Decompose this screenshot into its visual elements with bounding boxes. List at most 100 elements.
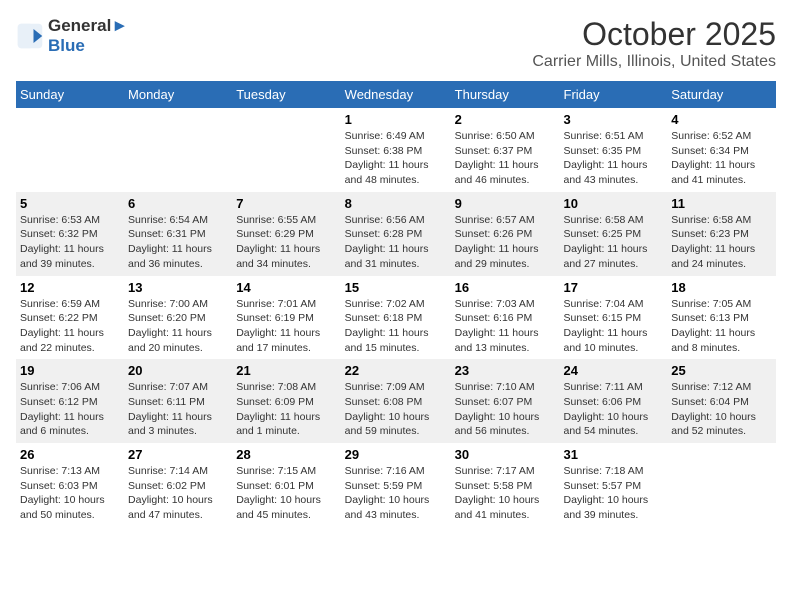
page-header: General► Blue October 2025 Carrier Mills… bbox=[16, 16, 776, 71]
day-info: Sunrise: 6:58 AM Sunset: 6:23 PM Dayligh… bbox=[671, 213, 772, 272]
calendar-table: SundayMondayTuesdayWednesdayThursdayFrid… bbox=[16, 81, 776, 527]
day-info: Sunrise: 7:02 AM Sunset: 6:18 PM Dayligh… bbox=[345, 297, 447, 356]
week-row-1: 1Sunrise: 6:49 AM Sunset: 6:38 PM Daylig… bbox=[16, 108, 776, 192]
day-number: 25 bbox=[671, 363, 772, 378]
day-info: Sunrise: 7:08 AM Sunset: 6:09 PM Dayligh… bbox=[236, 380, 336, 439]
day-number: 6 bbox=[128, 196, 228, 211]
day-info: Sunrise: 6:50 AM Sunset: 6:37 PM Dayligh… bbox=[455, 129, 556, 188]
week-row-3: 12 Sunrise: 6:59 AM Sunset: 6:22 PM Dayli… bbox=[16, 276, 776, 360]
weekday-header-tuesday: Tuesday bbox=[232, 81, 340, 108]
day-number: 23 bbox=[455, 363, 556, 378]
day-info: Sunrise: 7:04 AM Sunset: 6:15 PM Dayligh… bbox=[564, 297, 664, 356]
day-info: Sunrise: 6:49 AM Sunset: 6:38 PM Dayligh… bbox=[345, 129, 447, 188]
weekday-header-sunday: Sunday bbox=[16, 81, 124, 108]
day-info: Sunrise: 7:01 AM Sunset: 6:19 PM Dayligh… bbox=[236, 297, 336, 356]
day-info: Sunrise: 6:51 AM Sunset: 6:35 PM Dayligh… bbox=[564, 129, 664, 188]
day-info: Sunrise: 7:11 AM Sunset: 6:06 PM Dayligh… bbox=[564, 380, 664, 439]
day-info: Sunrise: 7:05 AM Sunset: 6:13 PM Dayligh… bbox=[671, 297, 772, 356]
calendar-cell: 10 Sunrise: 6:58 AM Sunset: 6:25 PM Dayli… bbox=[560, 192, 668, 276]
day-number: 21 bbox=[236, 363, 336, 378]
day-number: 3 bbox=[564, 112, 664, 127]
day-number: 10 bbox=[564, 196, 664, 211]
week-row-5: 26Sunrise: 7:13 AM Sunset: 6:03 PM Dayli… bbox=[16, 443, 776, 527]
day-info: Sunrise: 6:58 AM Sunset: 6:25 PM Dayligh… bbox=[564, 213, 664, 272]
day-number: 9 bbox=[455, 196, 556, 211]
calendar-cell: 13 Sunrise: 7:00 AM Sunset: 6:20 PM Dayli… bbox=[124, 276, 232, 360]
calendar-cell: 2Sunrise: 6:50 AM Sunset: 6:37 PM Daylig… bbox=[451, 108, 560, 192]
calendar-cell: 3 Sunrise: 6:51 AM Sunset: 6:35 PM Daylig… bbox=[560, 108, 668, 192]
calendar-cell: 29Sunrise: 7:16 AM Sunset: 5:59 PM Dayli… bbox=[341, 443, 451, 527]
location-title: Carrier Mills, Illinois, United States bbox=[532, 53, 776, 71]
month-title: October 2025 bbox=[532, 16, 776, 53]
calendar-cell: 4 Sunrise: 6:52 AM Sunset: 6:34 PM Daylig… bbox=[667, 108, 776, 192]
logo-text: General► Blue bbox=[48, 16, 128, 56]
calendar-cell: 19 Sunrise: 7:06 AM Sunset: 6:12 PM Dayli… bbox=[16, 359, 124, 443]
day-info: Sunrise: 6:56 AM Sunset: 6:28 PM Dayligh… bbox=[345, 213, 447, 272]
day-number: 31 bbox=[564, 447, 664, 462]
weekday-header-wednesday: Wednesday bbox=[341, 81, 451, 108]
weekday-header-monday: Monday bbox=[124, 81, 232, 108]
day-number: 11 bbox=[671, 196, 772, 211]
day-info: Sunrise: 7:18 AM Sunset: 5:57 PM Dayligh… bbox=[564, 464, 664, 523]
calendar-cell bbox=[232, 108, 340, 192]
weekday-header-row: SundayMondayTuesdayWednesdayThursdayFrid… bbox=[16, 81, 776, 108]
calendar-cell: 27Sunrise: 7:14 AM Sunset: 6:02 PM Dayli… bbox=[124, 443, 232, 527]
day-info: Sunrise: 6:52 AM Sunset: 6:34 PM Dayligh… bbox=[671, 129, 772, 188]
calendar-cell: 11 Sunrise: 6:58 AM Sunset: 6:23 PM Dayli… bbox=[667, 192, 776, 276]
day-number: 18 bbox=[671, 280, 772, 295]
day-number: 7 bbox=[236, 196, 336, 211]
day-info: Sunrise: 6:53 AM Sunset: 6:32 PM Dayligh… bbox=[20, 213, 120, 272]
day-number: 20 bbox=[128, 363, 228, 378]
day-info: Sunrise: 7:13 AM Sunset: 6:03 PM Dayligh… bbox=[20, 464, 120, 523]
calendar-cell: 17 Sunrise: 7:04 AM Sunset: 6:15 PM Dayli… bbox=[560, 276, 668, 360]
calendar-cell: 30 Sunrise: 7:17 AM Sunset: 5:58 PM Dayli… bbox=[451, 443, 560, 527]
day-info: Sunrise: 7:07 AM Sunset: 6:11 PM Dayligh… bbox=[128, 380, 228, 439]
day-info: Sunrise: 6:54 AM Sunset: 6:31 PM Dayligh… bbox=[128, 213, 228, 272]
calendar-cell: 9 Sunrise: 6:57 AM Sunset: 6:26 PM Daylig… bbox=[451, 192, 560, 276]
day-number: 24 bbox=[564, 363, 664, 378]
day-number: 19 bbox=[20, 363, 120, 378]
weekday-header-saturday: Saturday bbox=[667, 81, 776, 108]
calendar-cell bbox=[667, 443, 776, 527]
logo-icon bbox=[16, 22, 44, 50]
calendar-cell: 22Sunrise: 7:09 AM Sunset: 6:08 PM Dayli… bbox=[341, 359, 451, 443]
calendar-cell: 14 Sunrise: 7:01 AM Sunset: 6:19 PM Dayli… bbox=[232, 276, 340, 360]
day-info: Sunrise: 6:55 AM Sunset: 6:29 PM Dayligh… bbox=[236, 213, 336, 272]
day-info: Sunrise: 7:12 AM Sunset: 6:04 PM Dayligh… bbox=[671, 380, 772, 439]
calendar-cell: 28Sunrise: 7:15 AM Sunset: 6:01 PM Dayli… bbox=[232, 443, 340, 527]
calendar-cell: 26Sunrise: 7:13 AM Sunset: 6:03 PM Dayli… bbox=[16, 443, 124, 527]
day-info: Sunrise: 7:15 AM Sunset: 6:01 PM Dayligh… bbox=[236, 464, 336, 523]
calendar-cell: 23Sunrise: 7:10 AM Sunset: 6:07 PM Dayli… bbox=[451, 359, 560, 443]
calendar-cell: 7 Sunrise: 6:55 AM Sunset: 6:29 PM Daylig… bbox=[232, 192, 340, 276]
day-number: 12 bbox=[20, 280, 120, 295]
calendar-cell: 6 Sunrise: 6:54 AM Sunset: 6:31 PM Daylig… bbox=[124, 192, 232, 276]
calendar-cell bbox=[16, 108, 124, 192]
day-number: 14 bbox=[236, 280, 336, 295]
calendar-cell: 24 Sunrise: 7:11 AM Sunset: 6:06 PM Dayli… bbox=[560, 359, 668, 443]
day-number: 15 bbox=[345, 280, 447, 295]
day-number: 27 bbox=[128, 447, 228, 462]
calendar-cell: 12 Sunrise: 6:59 AM Sunset: 6:22 PM Dayli… bbox=[16, 276, 124, 360]
calendar-cell: 15 Sunrise: 7:02 AM Sunset: 6:18 PM Dayli… bbox=[341, 276, 451, 360]
day-info: Sunrise: 7:06 AM Sunset: 6:12 PM Dayligh… bbox=[20, 380, 120, 439]
weekday-header-thursday: Thursday bbox=[451, 81, 560, 108]
calendar-cell: 8 Sunrise: 6:56 AM Sunset: 6:28 PM Daylig… bbox=[341, 192, 451, 276]
title-block: October 2025 Carrier Mills, Illinois, Un… bbox=[532, 16, 776, 71]
day-info: Sunrise: 7:03 AM Sunset: 6:16 PM Dayligh… bbox=[455, 297, 556, 356]
day-number: 30 bbox=[455, 447, 556, 462]
day-info: Sunrise: 7:17 AM Sunset: 5:58 PM Dayligh… bbox=[455, 464, 556, 523]
day-number: 8 bbox=[345, 196, 447, 211]
calendar-cell: 1Sunrise: 6:49 AM Sunset: 6:38 PM Daylig… bbox=[341, 108, 451, 192]
weekday-header-friday: Friday bbox=[560, 81, 668, 108]
day-number: 5 bbox=[20, 196, 120, 211]
day-info: Sunrise: 7:00 AM Sunset: 6:20 PM Dayligh… bbox=[128, 297, 228, 356]
day-number: 17 bbox=[564, 280, 664, 295]
week-row-2: 5 Sunrise: 6:53 AM Sunset: 6:32 PM Daylig… bbox=[16, 192, 776, 276]
day-number: 4 bbox=[671, 112, 772, 127]
day-info: Sunrise: 7:09 AM Sunset: 6:08 PM Dayligh… bbox=[345, 380, 447, 439]
day-info: Sunrise: 6:57 AM Sunset: 6:26 PM Dayligh… bbox=[455, 213, 556, 272]
day-info: Sunrise: 7:16 AM Sunset: 5:59 PM Dayligh… bbox=[345, 464, 447, 523]
day-number: 16 bbox=[455, 280, 556, 295]
day-info: Sunrise: 6:59 AM Sunset: 6:22 PM Dayligh… bbox=[20, 297, 120, 356]
day-number: 13 bbox=[128, 280, 228, 295]
